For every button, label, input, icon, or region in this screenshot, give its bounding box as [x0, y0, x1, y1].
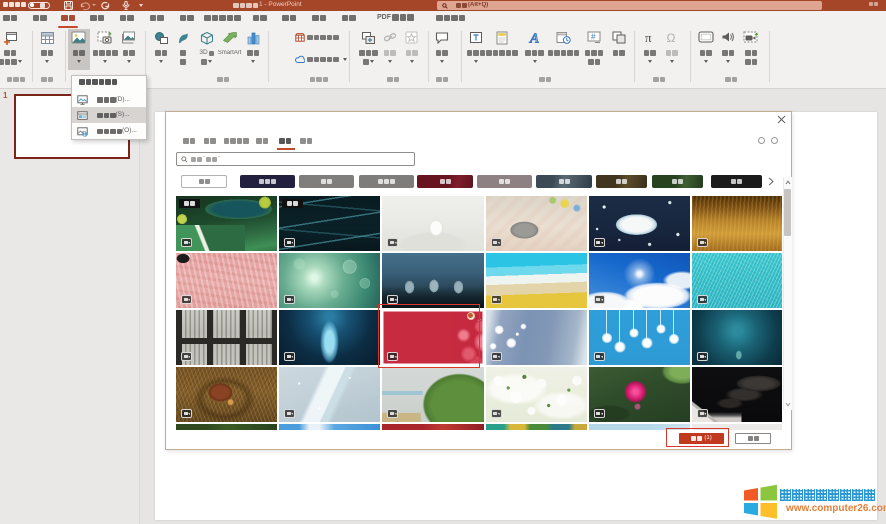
- svg-text:Ω: Ω: [667, 31, 676, 44]
- svg-text:π: π: [645, 31, 652, 44]
- svg-text:#: #: [591, 32, 596, 41]
- svg-text:A: A: [529, 32, 539, 45]
